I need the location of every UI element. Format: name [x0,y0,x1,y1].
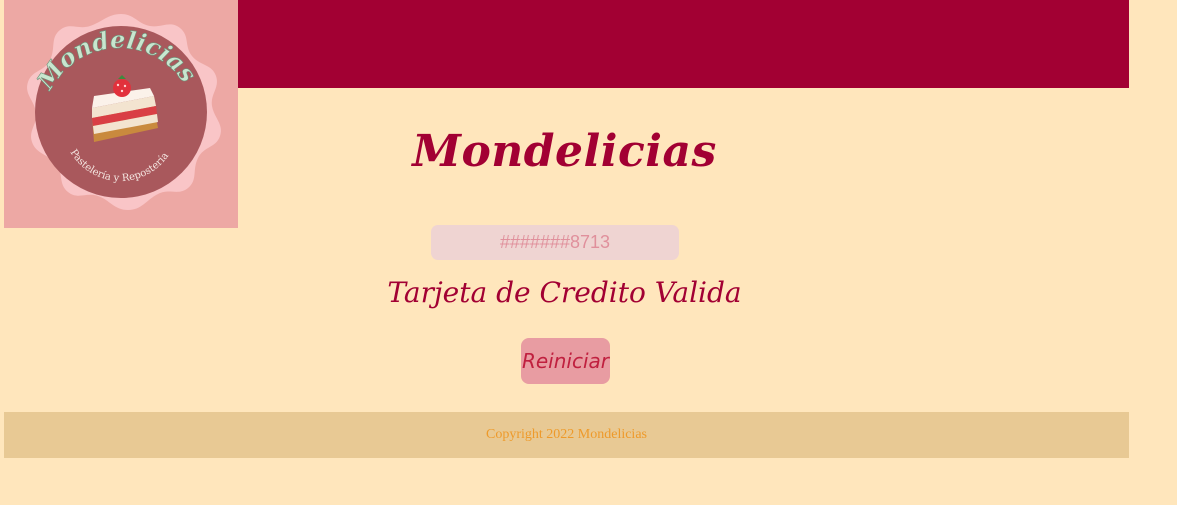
validation-result-text: Tarjeta de Credito Valida [387,276,742,309]
reset-button[interactable]: Reiniciar [521,338,610,384]
footer: Copyright 2022 Mondelicias [4,412,1129,458]
logo: Mondelicias Pastelería y Repostería [4,0,238,228]
credit-card-field[interactable] [431,225,679,260]
footer-copyright: Copyright 2022 Mondelicias [486,427,647,442]
page-title: Mondelicias [412,126,717,177]
